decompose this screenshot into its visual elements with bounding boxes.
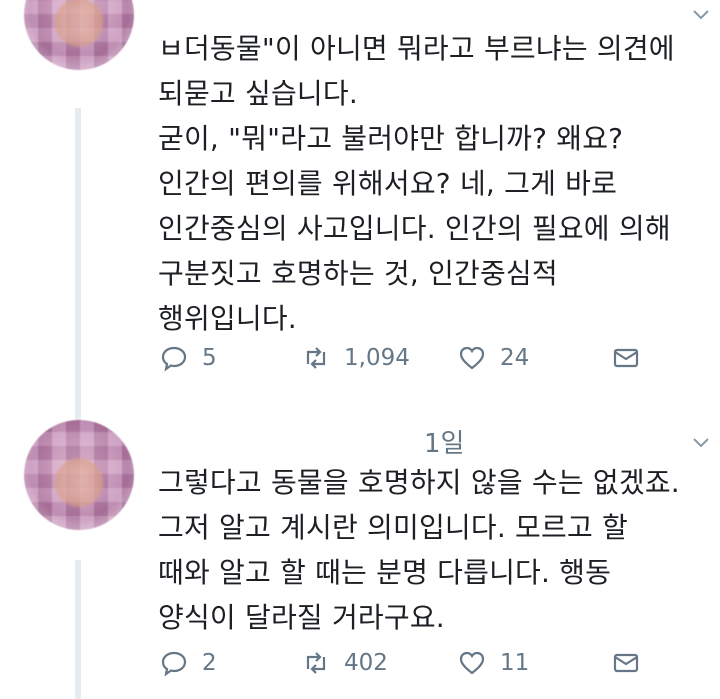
chevron-down-icon[interactable]: [692, 6, 709, 20]
dm-button[interactable]: [612, 649, 640, 677]
reply-button[interactable]: 5: [160, 344, 217, 372]
heart-icon: [459, 651, 485, 675]
dm-button[interactable]: [612, 344, 640, 372]
envelope-icon: [613, 348, 639, 368]
tweet-actions: 5 1,094 24: [160, 338, 660, 378]
like-button[interactable]: 24: [458, 344, 529, 372]
thread-line-bottom: [75, 560, 81, 699]
tweet-time[interactable]: 1일: [424, 423, 464, 460]
like-count: 24: [500, 345, 530, 371]
reply-button[interactable]: 2: [160, 649, 217, 677]
like-button[interactable]: 11: [458, 649, 529, 677]
retweet-count: 1,094: [344, 345, 410, 371]
retweet-button[interactable]: 1,094: [302, 344, 410, 372]
retweet-count: 402: [344, 650, 388, 676]
thread-line-top: [75, 108, 81, 428]
reply-count: 5: [202, 345, 217, 371]
chevron-down-icon[interactable]: [692, 434, 709, 448]
avatar[interactable]: [24, 0, 134, 70]
tweet-text: ㅂ더동물"이 아니면 뭐라고 부르냐는 의견에 되묻고 싶습니다. 굳이, "뭐…: [158, 32, 675, 335]
envelope-icon: [613, 653, 639, 673]
reply-count: 2: [202, 650, 217, 676]
speech-bubble-icon: [161, 346, 187, 372]
like-count: 11: [500, 650, 530, 676]
avatar[interactable]: [24, 420, 134, 530]
speech-bubble-icon: [161, 651, 187, 677]
heart-icon: [459, 346, 485, 370]
retweet-icon: [306, 652, 326, 674]
retweet-icon: [306, 347, 326, 369]
tweet-text: 그렇다고 동물을 호명하지 않을 수는 없겠죠. 그저 알고 계시란 의미입니다…: [158, 466, 680, 634]
tweet-actions: 2 402 11: [160, 643, 660, 683]
retweet-button[interactable]: 402: [302, 649, 388, 677]
